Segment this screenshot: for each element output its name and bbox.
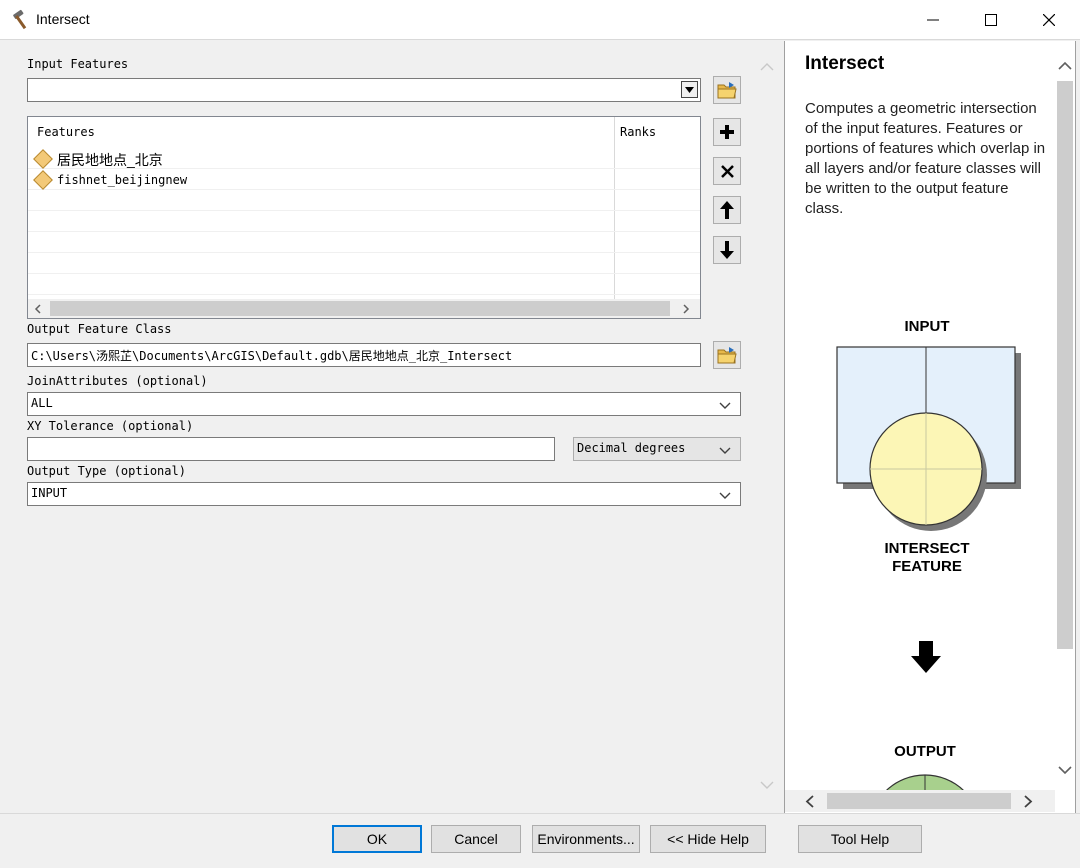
maximize-icon [985, 14, 997, 26]
list-item[interactable] [28, 190, 700, 211]
join-attributes-label: JoinAttributes (optional) [27, 374, 208, 388]
help-title: Intersect [805, 53, 885, 74]
chevron-down-icon [719, 492, 731, 499]
input-features-label: Input Features [27, 57, 129, 71]
help-vertical-scrollbar[interactable] [1055, 49, 1075, 789]
join-attributes-value: ALL [31, 396, 53, 410]
chevron-left-icon[interactable] [34, 304, 42, 314]
chevron-down-icon[interactable] [1058, 765, 1072, 775]
add-row-button[interactable] [713, 118, 741, 146]
features-list[interactable]: Features Ranks 居民地地点_北京 fishnet_beijingn… [27, 116, 701, 319]
output-type-value: INPUT [31, 486, 68, 500]
xy-tolerance-unit-value: Decimal degrees [577, 441, 686, 455]
input-features-dropdown-button[interactable] [681, 81, 698, 98]
close-button[interactable] [1020, 0, 1078, 40]
title-bar: Intersect [0, 0, 1080, 40]
feature-name: fishnet_beijingnew [57, 173, 188, 187]
help-panel: Intersect Computes a geometric intersect… [784, 41, 1076, 813]
features-horizontal-scrollbar[interactable] [28, 299, 700, 318]
add-icon [720, 125, 734, 139]
list-item[interactable] [28, 253, 700, 274]
folder-icon [717, 82, 737, 99]
remove-icon [720, 164, 734, 178]
ok-button[interactable]: OK [332, 825, 422, 853]
xy-tolerance-input[interactable] [27, 437, 555, 461]
chevron-down-icon [685, 86, 694, 93]
input-features-browse-button[interactable] [713, 76, 741, 104]
folder-icon [717, 347, 737, 364]
output-feature-class-label: Output Feature Class [27, 322, 172, 336]
ranks-column-header: Ranks [620, 125, 657, 139]
tool-help-button[interactable]: Tool Help [798, 825, 922, 853]
chevron-up-icon[interactable] [760, 62, 774, 72]
feature-layer-icon [33, 149, 53, 169]
output-type-label: Output Type (optional) [27, 464, 186, 478]
xy-tolerance-label: XY Tolerance (optional) [27, 419, 194, 433]
help-horizontal-scrollbar[interactable] [785, 790, 1055, 812]
cancel-button[interactable]: Cancel [431, 825, 521, 853]
chevron-down-icon[interactable] [760, 780, 774, 790]
window-title: Intersect [36, 11, 90, 27]
intersect-diagram: INPUT INTERSECT FEATURE OUTPUT [836, 318, 1021, 791]
list-item[interactable]: fishnet_beijingnew [28, 169, 700, 190]
output-feature-class-browse-button[interactable] [713, 341, 741, 369]
hammer-icon [13, 9, 27, 30]
move-down-icon [720, 241, 734, 259]
move-up-icon [720, 201, 734, 219]
close-icon [1043, 14, 1055, 26]
diagram-output-label: OUTPUT [894, 743, 956, 760]
join-attributes-select[interactable]: ALL [27, 392, 741, 416]
list-item[interactable] [28, 211, 700, 232]
diagram-input-label: INPUT [905, 318, 950, 335]
move-up-button[interactable] [713, 196, 741, 224]
feature-name: 居民地地点_北京 [57, 152, 163, 168]
arrow-down-icon [911, 641, 941, 673]
scrollbar-thumb[interactable] [50, 301, 670, 316]
maximize-button[interactable] [962, 0, 1020, 40]
hide-help-button[interactable]: << Hide Help [650, 825, 766, 853]
button-bar-divider [0, 813, 1080, 814]
output-feature-class-input[interactable]: C:\Users\汤熙芷\Documents\ArcGIS\Default.gd… [27, 343, 701, 367]
chevron-right-icon[interactable] [1023, 795, 1033, 808]
list-item[interactable] [28, 274, 700, 295]
chevron-down-icon [719, 402, 731, 409]
remove-row-button[interactable] [713, 157, 741, 185]
chevron-left-icon[interactable] [805, 795, 815, 808]
xy-tolerance-unit-select[interactable]: Decimal degrees [573, 437, 741, 461]
diagram-intersect-label-line2: FEATURE [892, 558, 962, 575]
features-column-header: Features [37, 125, 95, 139]
chevron-right-icon[interactable] [682, 304, 690, 314]
list-item[interactable] [28, 232, 700, 253]
form-vertical-scrollbar[interactable] [756, 50, 778, 802]
chevron-down-icon [719, 447, 731, 454]
minimize-icon [927, 19, 939, 21]
feature-layer-icon [33, 170, 53, 190]
chevron-up-icon[interactable] [1058, 61, 1072, 71]
environments-button[interactable]: Environments... [532, 825, 640, 853]
scrollbar-thumb[interactable] [1057, 81, 1073, 649]
output-type-select[interactable]: INPUT [27, 482, 741, 506]
scrollbar-thumb[interactable] [827, 793, 1011, 809]
list-item[interactable]: 居民地地点_北京 [28, 148, 700, 169]
minimize-button[interactable] [904, 0, 962, 40]
move-down-button[interactable] [713, 236, 741, 264]
diagram-intersect-label-line1: INTERSECT [884, 540, 969, 557]
help-description: Computes a geometric intersection of the… [805, 100, 1046, 217]
input-features-combobox[interactable] [27, 78, 701, 102]
output-feature-class-value: C:\Users\汤熙芷\Documents\ArcGIS\Default.gd… [31, 349, 513, 363]
